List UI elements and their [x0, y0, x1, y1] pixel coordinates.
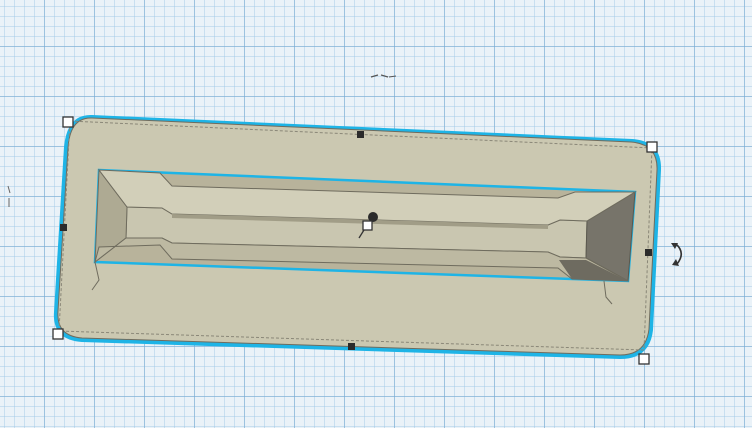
edge-handle-left[interactable] [60, 224, 67, 231]
edge-handle-bottom[interactable] [348, 343, 355, 350]
workplane-marker [370, 74, 397, 78]
corner-handle-top-right[interactable] [646, 141, 658, 153]
workplane-edge-marker [7, 185, 11, 207]
selected-shape[interactable] [52, 114, 662, 365]
edge-handle-top[interactable] [357, 131, 364, 138]
rotate-arrows-icon[interactable] [671, 243, 683, 266]
edge-handle-right[interactable] [645, 249, 652, 256]
workplane-viewport[interactable] [0, 0, 752, 428]
3d-scene[interactable] [0, 0, 752, 428]
corner-handle-bottom-left[interactable] [52, 328, 64, 340]
corner-handle-top-left[interactable] [62, 116, 74, 128]
corner-handle-bottom-right[interactable] [638, 353, 650, 365]
